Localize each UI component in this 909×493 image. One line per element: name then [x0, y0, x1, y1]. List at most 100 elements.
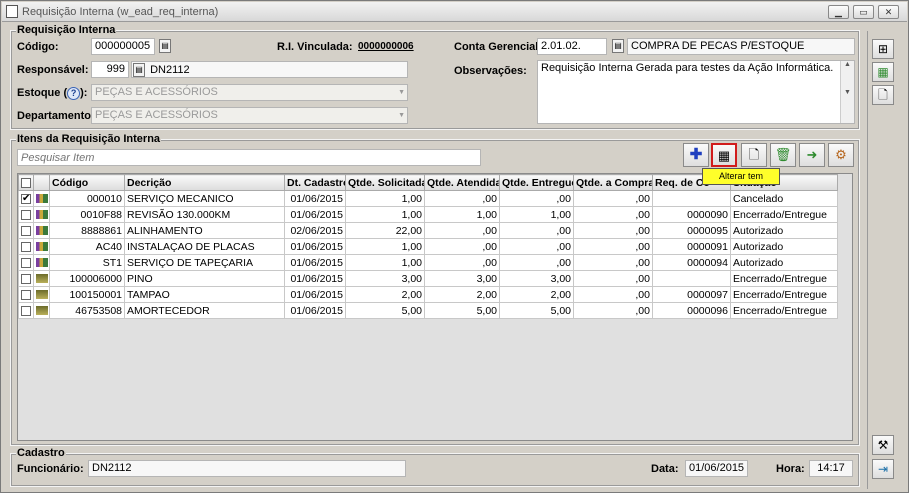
- delete-item-button[interactable]: 🗑: [770, 143, 796, 167]
- side-tool-button[interactable]: ⚒: [872, 435, 894, 455]
- row-checkbox[interactable]: [21, 273, 31, 284]
- row-select-cell[interactable]: [18, 270, 34, 287]
- row-checkbox[interactable]: [21, 241, 31, 252]
- row-select-cell[interactable]: [18, 254, 34, 271]
- edit-item-button[interactable]: ▦: [711, 143, 737, 167]
- row-checkbox[interactable]: [21, 225, 31, 236]
- cell-req: 0000091: [652, 238, 731, 255]
- cell-req: 0000097: [652, 286, 731, 303]
- column-header[interactable]: Código: [49, 174, 125, 191]
- codigo-field[interactable]: 000000005: [91, 38, 155, 55]
- observacoes-field[interactable]: Requisição Interna Gerada para testes da…: [537, 60, 855, 124]
- select-all-checkbox[interactable]: [21, 177, 31, 188]
- row-checkbox[interactable]: [21, 257, 31, 268]
- table-row[interactable]: 46753508 AMORTECEDOR 01/06/2015 5,00 5,00 5,0…: [18, 302, 838, 319]
- preview-button[interactable]: 🗋: [741, 143, 767, 167]
- service-icon: [36, 258, 48, 268]
- search-item-input[interactable]: [17, 149, 481, 166]
- column-header[interactable]: Qtde. a Comprar: [573, 174, 653, 191]
- process-button[interactable]: ⚙: [828, 143, 854, 167]
- row-select-cell[interactable]: [18, 286, 34, 303]
- part-icon: [36, 290, 48, 300]
- row-select-cell[interactable]: [18, 206, 34, 223]
- codigo-lookup-icon[interactable]: ▤: [159, 39, 171, 53]
- table-row[interactable]: ST1 SERVIÇO DE TAPEÇARIA 01/06/2015 1,00,00…: [18, 254, 838, 271]
- hora-field: 14:17: [809, 460, 853, 477]
- minimize-button[interactable]: ▁: [828, 5, 849, 19]
- cell-ent: ,00: [499, 190, 574, 207]
- table-row[interactable]: 8888861 ALINHAMENTO 02/06/2015 22,00,00,00,…: [18, 222, 838, 239]
- table-row[interactable]: 100150001 TAMPAO 01/06/2015 2,00 2,00 2,00,00…: [18, 286, 838, 303]
- forward-button[interactable]: ➜: [799, 143, 825, 167]
- responsavel-code-field[interactable]: 999: [91, 61, 129, 78]
- maximize-button[interactable]: ▭: [853, 5, 874, 19]
- responsavel-lookup-icon[interactable]: ▤: [133, 63, 145, 77]
- cell-dt: 01/06/2015: [284, 286, 346, 303]
- service-icon: [36, 242, 48, 252]
- close-button[interactable]: ✕: [878, 5, 899, 19]
- side-grid-button[interactable]: ⊞: [872, 39, 894, 59]
- row-checkbox[interactable]: [21, 305, 31, 316]
- tooltip: Alterar tem: [702, 168, 780, 185]
- departamento-value: PEÇAS E ACESSÓRIOS: [95, 109, 218, 121]
- cell-sol: 1,00: [345, 254, 425, 271]
- table-row[interactable]: 0010F88 REVISÃO 130.000KM 01/06/2015 1,00 1,…: [18, 206, 838, 223]
- side-preview-button[interactable]: 🗋: [872, 85, 894, 105]
- cell-ent: ,00: [499, 222, 574, 239]
- cell-req: 0000095: [652, 222, 731, 239]
- window-title: Requisição Interna (w_ead_req_interna): [22, 6, 219, 18]
- cell-dt: 01/06/2015: [284, 206, 346, 223]
- column-header[interactable]: Qtde. Solicitada: [345, 174, 425, 191]
- row-type-cell: [33, 190, 50, 207]
- column-header[interactable]: Qtde. Atendida: [424, 174, 500, 191]
- observacoes-scrollbar[interactable]: ▲ ▼: [840, 61, 854, 123]
- cell-dt: 01/06/2015: [284, 254, 346, 271]
- exit-button[interactable]: ⇥: [872, 459, 894, 479]
- cell-dt: 02/06/2015: [284, 222, 346, 239]
- app-icon: [6, 5, 18, 18]
- side-edit-button[interactable]: ▦: [872, 62, 894, 82]
- row-checkbox[interactable]: [21, 289, 31, 300]
- row-checkbox[interactable]: ✔: [21, 193, 31, 204]
- estoque-select[interactable]: PEÇAS E ACESSÓRIOS ▼: [91, 84, 408, 101]
- row-select-cell[interactable]: [18, 222, 34, 239]
- conta-code-field[interactable]: 2.01.02.: [537, 38, 607, 55]
- table-row[interactable]: 100006000 PINO 01/06/2015 3,00 3,00 3,00,00 En…: [18, 270, 838, 287]
- row-select-cell[interactable]: ✔: [18, 190, 34, 207]
- row-type-cell: [33, 302, 50, 319]
- conta-lookup-icon[interactable]: ▤: [612, 39, 624, 53]
- column-header[interactable]: Decrição: [124, 174, 285, 191]
- cell-descricao: ALINHAMENTO: [124, 222, 285, 239]
- select-all-header[interactable]: [18, 174, 34, 191]
- departamento-select[interactable]: PEÇAS E ACESSÓRIOS ▼: [91, 107, 408, 124]
- cell-at: 5,00: [424, 302, 500, 319]
- cell-at: ,00: [424, 254, 500, 271]
- estoque-value: PEÇAS E ACESSÓRIOS: [95, 86, 218, 98]
- delete-icon: 🗑: [774, 147, 792, 162]
- row-type-cell: [33, 270, 50, 287]
- header-group-title: Requisição Interna: [16, 24, 117, 36]
- ri-vinculada-link[interactable]: 0000000006: [358, 41, 414, 52]
- type-header[interactable]: [33, 174, 50, 191]
- cell-ent: ,00: [499, 254, 574, 271]
- row-type-cell: [33, 286, 50, 303]
- responsavel-name-field: ▤ DN2112: [131, 61, 408, 78]
- row-select-cell[interactable]: [18, 302, 34, 319]
- cell-req: [652, 270, 731, 287]
- help-icon[interactable]: ?: [67, 87, 81, 100]
- cell-sit: Autorizado: [730, 222, 838, 239]
- table-row[interactable]: ✔ 000010 SERVIÇO MECANICO 01/06/2015 1,00,00…: [18, 190, 838, 207]
- tool-icon: ⚒: [877, 438, 889, 452]
- hora-label: Hora:: [776, 463, 805, 475]
- row-select-cell[interactable]: [18, 238, 34, 255]
- cell-sol: 22,00: [345, 222, 425, 239]
- cell-sit: Encerrado/Entregue: [730, 302, 838, 319]
- add-item-button[interactable]: ✚: [683, 143, 709, 167]
- column-header[interactable]: Qtde. Entregue: [499, 174, 574, 191]
- add-icon: ✚: [689, 146, 703, 163]
- table-row[interactable]: AC40 INSTALAÇAO DE PLACAS 01/06/2015 1,00,0…: [18, 238, 838, 255]
- cell-codigo: 8888861: [49, 222, 125, 239]
- cell-descricao: REVISÃO 130.000KM: [124, 206, 285, 223]
- column-header[interactable]: Dt. Cadastro: [284, 174, 346, 191]
- row-checkbox[interactable]: [21, 209, 31, 220]
